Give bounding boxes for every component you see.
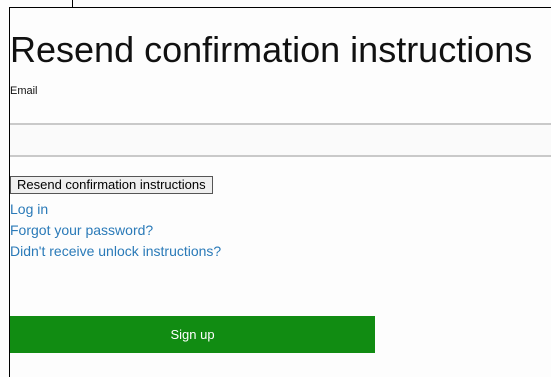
resend-confirmation-form: Resend confirmation instructions Email R… bbox=[10, 8, 551, 377]
sign-up-button[interactable]: Sign up bbox=[10, 316, 375, 353]
auth-links: Log in Forgot your password? Didn't rece… bbox=[10, 199, 221, 262]
log-in-link[interactable]: Log in bbox=[10, 199, 221, 220]
email-field[interactable] bbox=[10, 123, 551, 157]
unlock-instructions-link[interactable]: Didn't receive unlock instructions? bbox=[10, 241, 221, 262]
top-tick-divider bbox=[72, 0, 73, 8]
forgot-password-link[interactable]: Forgot your password? bbox=[10, 220, 221, 241]
resend-confirmation-button[interactable]: Resend confirmation instructions bbox=[10, 176, 213, 194]
page-title: Resend confirmation instructions bbox=[10, 29, 533, 70]
page-frame: Resend confirmation instructions Email R… bbox=[0, 0, 551, 377]
email-label: Email bbox=[10, 85, 38, 97]
